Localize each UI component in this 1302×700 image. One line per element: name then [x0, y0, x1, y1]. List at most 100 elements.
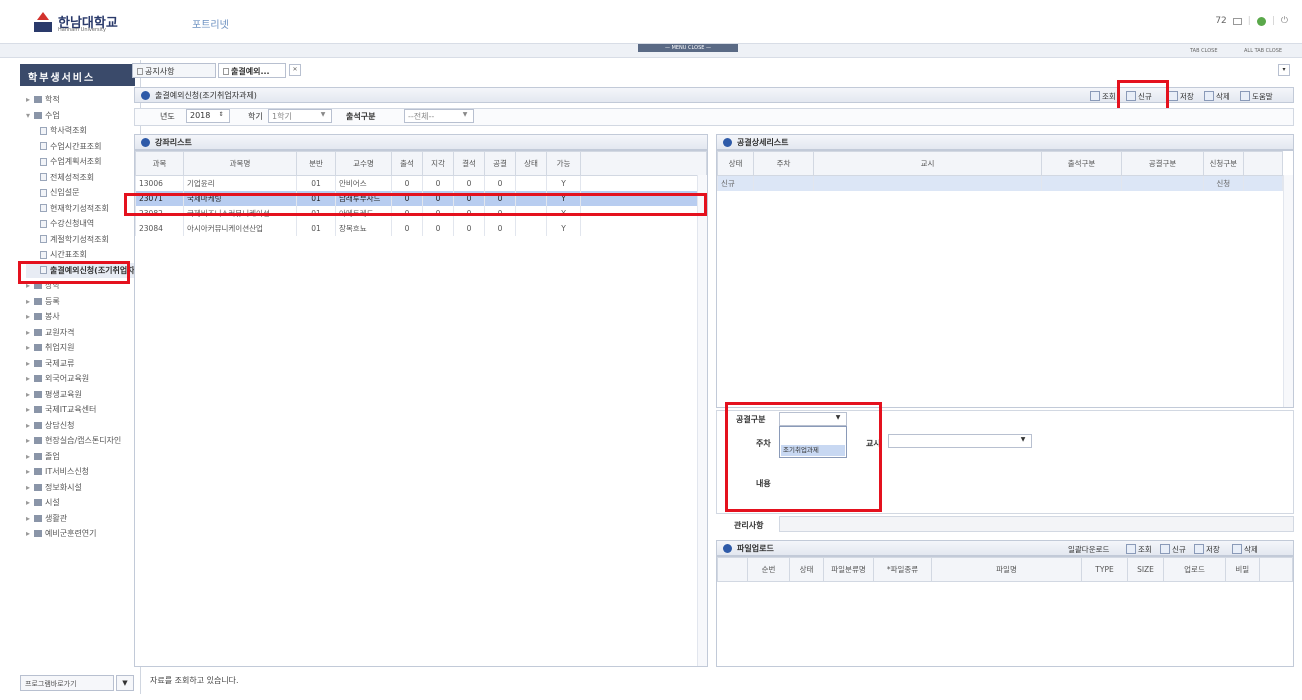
column-header[interactable]: 교시 — [813, 151, 1042, 176]
folder-icon — [34, 514, 42, 522]
vertical-scrollbar[interactable] — [1283, 175, 1293, 407]
search-button[interactable]: 조회 — [1090, 89, 1116, 103]
sidebar-item[interactable]: ▸ 등록 — [26, 294, 136, 310]
sidebar-item[interactable]: ▸ IT서비스신청 — [26, 464, 136, 480]
sidebar-item-label: 시설 — [45, 498, 60, 507]
column-header[interactable]: 주차 — [753, 151, 814, 176]
tab-notice[interactable]: 공지사항 — [132, 63, 216, 78]
column-header[interactable] — [717, 557, 748, 582]
table-cell: Y — [546, 175, 581, 191]
file-delete-button[interactable]: 삭제 — [1232, 542, 1258, 556]
sidebar-item[interactable]: 수업계획서조회 — [26, 154, 136, 170]
program-shortcut-select[interactable]: 프로그램바로가기 — [20, 675, 114, 691]
file-save-button[interactable]: 저장 — [1194, 542, 1220, 556]
file-search-button[interactable]: 조회 — [1126, 542, 1152, 556]
table-cell — [580, 175, 707, 191]
sidebar-item-label: 정보화시설 — [45, 482, 82, 492]
mail-icon[interactable] — [1232, 17, 1242, 25]
sidebar-item[interactable]: ▸ 예비군훈련연기 — [26, 526, 136, 542]
sidebar-item[interactable]: 학사력조회 — [26, 123, 136, 139]
period-select[interactable]: ▼ — [888, 434, 1032, 448]
column-header[interactable]: 파일분류명 — [823, 557, 874, 582]
settings-icon[interactable] — [1256, 16, 1266, 26]
column-header[interactable]: 과목 — [135, 151, 184, 176]
sidebar-item[interactable]: ▸ 취업지원 — [26, 340, 136, 356]
sidebar-item[interactable]: ▸ 정보화시설 — [26, 480, 136, 496]
table-cell: 기업윤리 — [183, 175, 297, 191]
column-header[interactable]: 상태 — [789, 557, 824, 582]
column-header[interactable]: TYPE — [1081, 557, 1128, 582]
tab-close-button[interactable]: TAB CLOSE — [1190, 48, 1217, 54]
sidebar-item[interactable]: ▸ 시설 — [26, 495, 136, 511]
column-header[interactable]: 파일명 — [931, 557, 1082, 582]
column-header[interactable]: 결석 — [453, 151, 485, 176]
sidebar-item[interactable]: ▸ 졸업 — [26, 449, 136, 465]
chevron-right-icon: ▸ — [26, 389, 31, 399]
column-header[interactable]: 출석 — [391, 151, 423, 176]
vertical-scrollbar[interactable] — [697, 175, 707, 666]
sidebar-item[interactable]: ▸ 외국어교육원 — [26, 371, 136, 387]
sidebar-item[interactable]: ▸ 학적 — [26, 92, 136, 108]
portal-link[interactable]: 포트리넷 — [192, 16, 229, 31]
stepper-icon[interactable]: ⇕ — [216, 111, 226, 118]
sidebar-item[interactable]: 수강신청내역 — [26, 216, 136, 232]
column-header[interactable]: 지각 — [422, 151, 454, 176]
column-header[interactable]: 업로드 — [1163, 557, 1226, 582]
table-row[interactable]: 13006 기업윤리 01 안비어스 0 0 0 0 Y — [135, 175, 707, 191]
column-header[interactable]: 상태 — [515, 151, 547, 176]
column-header[interactable]: 출석구분 — [1041, 151, 1122, 176]
table-row[interactable]: 신규 신청 — [717, 175, 1283, 191]
sidebar-item[interactable]: 신입설문 — [26, 185, 136, 201]
save-button[interactable]: 저장 — [1168, 89, 1194, 103]
sidebar-tree: ▸ 학적 ▾ 수업 학사력조회 수업시간표조회 수업계획서조회 전체성적조회 신입설문 현재학기성… — [18, 92, 136, 542]
search-icon — [1126, 544, 1136, 554]
column-header[interactable]: 과목명 — [183, 151, 297, 176]
sidebar-item[interactable]: ▾ 수업 — [26, 108, 136, 124]
program-shortcut-dropdown-icon[interactable]: ▼ — [116, 675, 134, 691]
sidebar-item[interactable]: ▸ 국제IT교육센터 — [26, 402, 136, 418]
column-header[interactable]: 가능 — [546, 151, 581, 176]
all-tab-close-button[interactable]: ALL TAB CLOSE — [1244, 48, 1282, 54]
delete-button[interactable]: 삭제 — [1204, 89, 1230, 103]
column-header[interactable]: 상태 — [717, 151, 754, 176]
chevron-right-icon: ▸ — [26, 436, 31, 445]
folder-icon — [34, 111, 42, 119]
column-header[interactable]: 공결 — [484, 151, 516, 176]
column-header[interactable]: 공결구분 — [1121, 151, 1204, 176]
table-row[interactable]: 23084 아시아커뮤니케이션산업 01 장목흐뇨 0 0 0 0 Y — [135, 220, 707, 236]
logout-icon[interactable]: ⏻ — [1281, 16, 1288, 26]
sidebar-item[interactable]: ▸ 국제교류 — [26, 356, 136, 372]
column-header[interactable]: 순번 — [747, 557, 790, 582]
sidebar-item[interactable]: 현재학기성적조회 — [26, 201, 136, 217]
batch-download-button[interactable]: 일괄다운로드 — [1068, 542, 1109, 556]
sidebar-item[interactable]: ▸ 봉사 — [26, 309, 136, 325]
column-header[interactable]: 분반 — [296, 151, 336, 176]
tab-attendance-exception[interactable]: 출결예외... — [218, 63, 286, 78]
sidebar-item[interactable]: 계절학기성적조회 — [26, 232, 136, 248]
column-header[interactable]: 교수명 — [335, 151, 392, 176]
sidebar-item-label: 외국어교육원 — [45, 374, 90, 383]
sidebar-item[interactable]: ▸ 상담신청 — [26, 418, 136, 434]
year-stepper[interactable]: 2018 ⇕ — [186, 109, 230, 123]
divider: | — [1247, 16, 1251, 26]
sidebar-item[interactable]: ▸ 생활관 — [26, 511, 136, 527]
sidebar-item[interactable]: 전체성적조회 — [26, 170, 136, 186]
help-button[interactable]: 도움말 — [1240, 89, 1273, 103]
file-new-button[interactable]: 신규 — [1160, 542, 1186, 556]
close-icon[interactable]: ✕ — [289, 64, 301, 76]
column-header[interactable]: 비밀 — [1225, 557, 1260, 582]
term-select[interactable]: 1학기 ▼ — [268, 109, 332, 123]
sidebar-item[interactable]: 수업시간표조회 — [26, 139, 136, 155]
sidebar-item-label: IT서비스신청 — [45, 467, 90, 476]
sidebar-item[interactable]: ▸ 현장실습/캡스톤디자인 — [26, 433, 136, 449]
sidebar-item[interactable]: ▸ 평생교육원 — [26, 387, 136, 403]
column-header[interactable]: SIZE — [1127, 557, 1164, 582]
file-search-label: 조회 — [1138, 544, 1152, 554]
attend-type-select[interactable]: --전체-- ▼ — [404, 109, 474, 123]
column-header[interactable]: *파일종류 — [873, 557, 932, 582]
column-header[interactable]: 신청구분 — [1203, 151, 1244, 176]
document-icon — [40, 126, 47, 135]
tab-scroll-icon[interactable]: ▾ — [1278, 64, 1290, 76]
sidebar-item[interactable]: ▸ 교원자격 — [26, 325, 136, 341]
menu-close-button[interactable]: — MENU CLOSE — — [638, 44, 738, 52]
